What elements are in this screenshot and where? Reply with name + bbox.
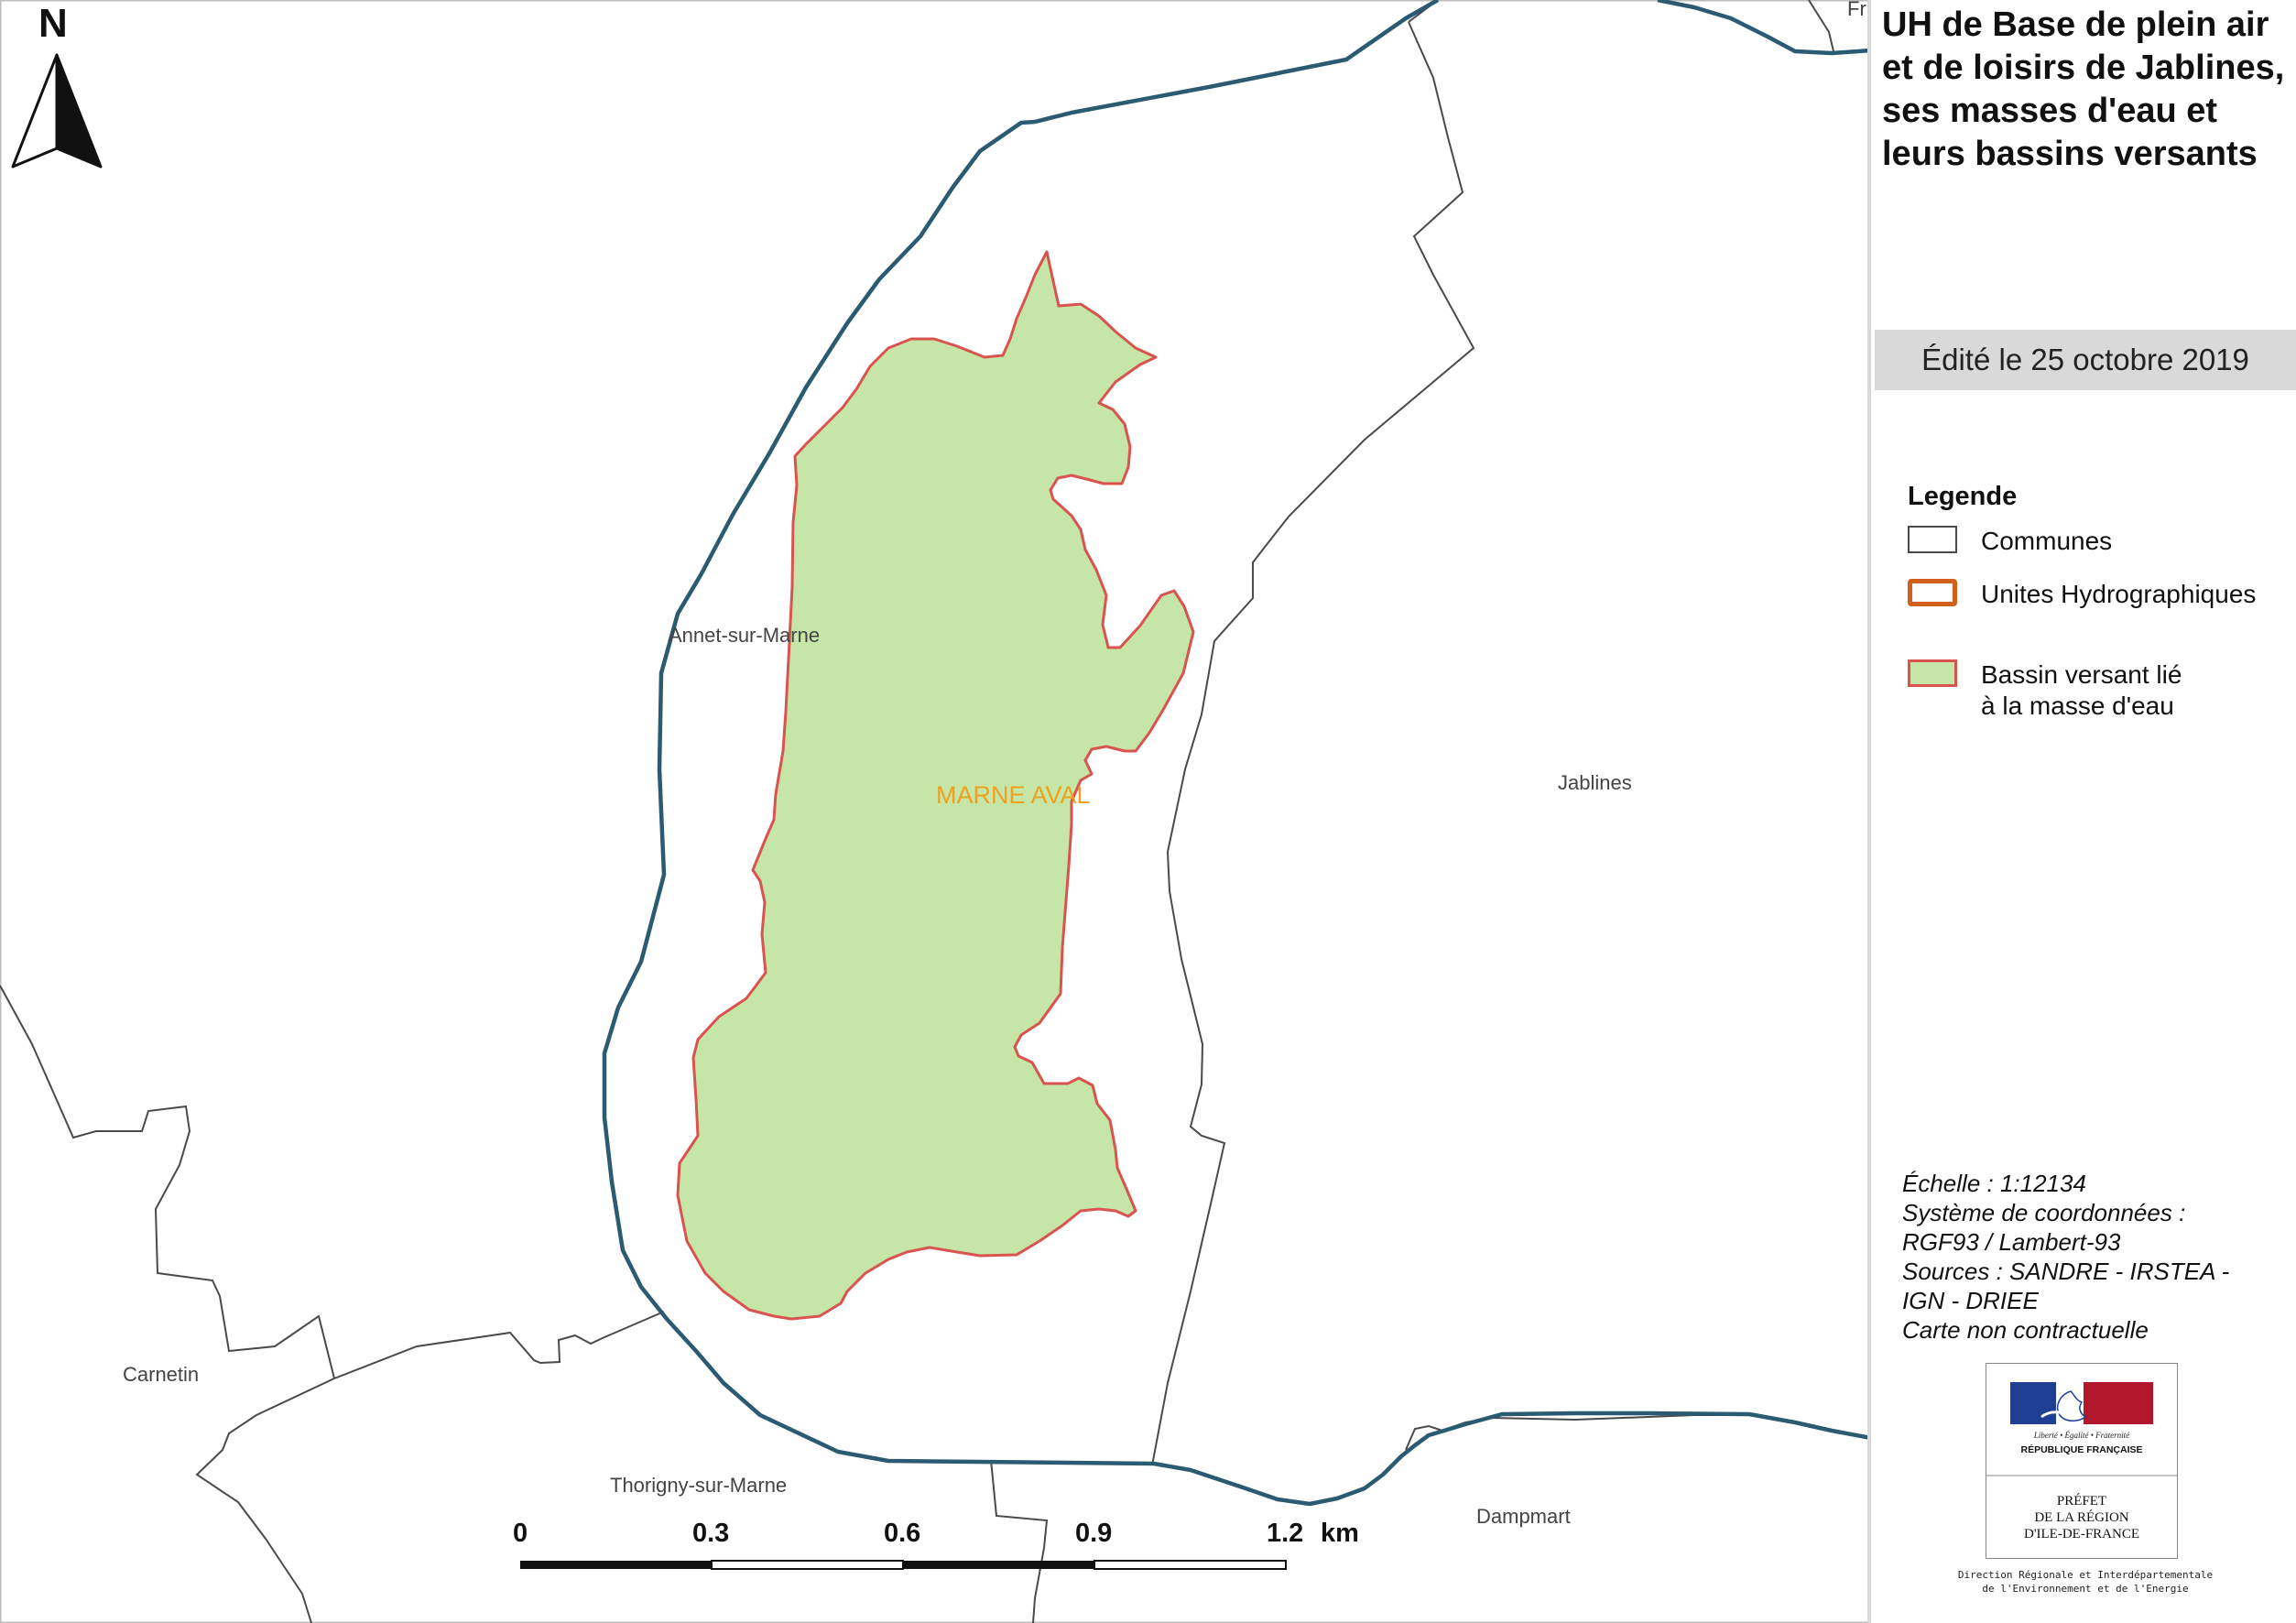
map-canvas[interactable]: Annet-sur-Marne Jablines Carnetin Thorig…: [0, 0, 1871, 1623]
legend-label-bassin: Bassin versant lié à la masse d'eau: [1981, 659, 2182, 722]
scale-tick-2: 0.6: [884, 1519, 920, 1548]
map-metadata: Échelle : 1:12134 Système de coordonnées…: [1902, 1169, 2287, 1345]
legend-label-uh: Unites Hydrographiques: [1981, 580, 2257, 608]
north-label: N: [38, 1, 68, 46]
commune-label-annet: Annet-sur-Marne: [669, 624, 820, 647]
logo-prefet-line3: D'ILE-DE-FRANCE: [2024, 1527, 2139, 1541]
logo-direction-line1: Direction Régionale et Interdépartementa…: [1957, 1569, 2214, 1581]
logo-republic: RÉPUBLIQUE FRANÇAISE: [2020, 1443, 2142, 1455]
bassin-swatch-icon: [1908, 659, 1957, 687]
legend-item-uh: Unites Hydrographiques: [1908, 579, 2256, 610]
meta-sources: Sources : SANDRE - IRSTEA -: [1902, 1258, 2230, 1285]
commune-label-fr: Fr: [1847, 0, 1866, 20]
uh-swatch-icon: [1908, 579, 1957, 606]
scale-tick-1: 0.3: [692, 1519, 729, 1548]
map-title: UH de Base de plein air et de loisirs de…: [1882, 5, 2285, 173]
edit-date-bar: Édité le 25 octobre 2019: [1875, 330, 2296, 390]
logo-prefet-line2: DE LA RÉGION: [2034, 1509, 2128, 1525]
legend-item-bassin: Bassin versant lié à la masse d'eau: [1908, 659, 2182, 722]
logo-prefet-line1: PRÉFET: [2057, 1493, 2106, 1509]
logo-direction-line2: de l'Environnement et de l'Energie: [1982, 1583, 2189, 1595]
meta-scale: Échelle : 1:12134: [1902, 1170, 2086, 1197]
scale-tick-3: 0.9: [1075, 1519, 1112, 1548]
meta-crs-label: Système de coordonnées :: [1902, 1199, 2186, 1226]
logo-motto: Liberté • Égalité • Fraternité: [2033, 1431, 2130, 1440]
scale-tick-4: 1.2: [1267, 1519, 1303, 1548]
communes-swatch-icon: [1908, 526, 1957, 553]
edit-date: Édité le 25 octobre 2019: [1921, 343, 2249, 376]
commune-label-jablines: Jablines: [1558, 771, 1632, 794]
legend-label-communes: Communes: [1981, 527, 2113, 555]
scale-unit: km: [1321, 1519, 1359, 1548]
legend-label-bassin-line2: à la masse d'eau: [1981, 692, 2174, 720]
meta-disclaimer: Carte non contractuelle: [1902, 1316, 2149, 1344]
legend-title: Legende: [1908, 482, 2018, 511]
legend-label-bassin-line1: Bassin versant lié: [1981, 660, 2182, 689]
logo-direction-text: Direction Régionale et Interdépartementa…: [1930, 1568, 2241, 1596]
scale-tick-0: 0: [513, 1519, 528, 1548]
marianne-logo-icon: Liberté • Égalité • Fraternité RÉPUBLIQU…: [1986, 1382, 2177, 1541]
commune-label-thorigny: Thorigny-sur-Marne: [610, 1474, 787, 1497]
map-frame[interactable]: Annet-sur-Marne Jablines Carnetin Thorig…: [0, 0, 1871, 1623]
map-side-panel: UH de Base de plein air et de loisirs de…: [1875, 0, 2296, 1623]
meta-sources2: IGN - DRIEE: [1902, 1287, 2039, 1314]
legend-item-communes: Communes: [1908, 526, 2112, 557]
commune-label-dampmart: Dampmart: [1476, 1505, 1571, 1528]
commune-label-carnetin: Carnetin: [123, 1363, 199, 1386]
prefecture-logo: Liberté • Égalité • Fraternité RÉPUBLIQU…: [1986, 1363, 2178, 1559]
uh-label-marne-aval: MARNE AVAL: [936, 781, 1091, 809]
meta-crs: RGF93 / Lambert-93: [1902, 1228, 2121, 1256]
